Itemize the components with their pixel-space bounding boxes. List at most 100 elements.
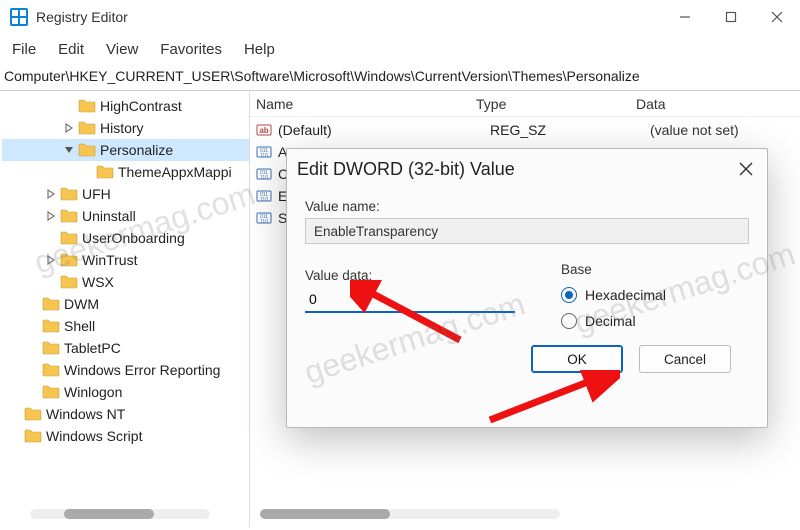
- list-header[interactable]: Name Type Data: [250, 91, 800, 117]
- tree-node[interactable]: Winlogon: [2, 381, 249, 403]
- tree-view[interactable]: HighContrast History Personalize ThemeAppxM…: [0, 91, 250, 527]
- chevron-right-icon[interactable]: [44, 209, 58, 223]
- expander-empty: [26, 297, 40, 311]
- folder-icon: [42, 297, 60, 311]
- dialog-title: Edit DWORD (32-bit) Value: [297, 159, 515, 180]
- folder-icon: [60, 209, 78, 223]
- cell-data: (value not set): [650, 122, 800, 138]
- tree-node-label: DWM: [64, 296, 99, 312]
- tree-node[interactable]: Windows Error Reporting: [2, 359, 249, 381]
- window-buttons: [662, 0, 800, 34]
- cell-type: REG_SZ: [490, 122, 650, 138]
- tree-node[interactable]: Shell: [2, 315, 249, 337]
- svg-text:ab: ab: [259, 126, 268, 135]
- expander-empty: [26, 385, 40, 399]
- app-icon: [10, 8, 28, 26]
- folder-icon: [96, 165, 114, 179]
- tree-node[interactable]: UFH: [2, 183, 249, 205]
- menu-view[interactable]: View: [106, 41, 138, 58]
- chevron-right-icon[interactable]: [44, 253, 58, 267]
- tree-node[interactable]: Windows NT: [2, 403, 249, 425]
- tree-node-label: Windows Error Reporting: [64, 362, 220, 378]
- tree-node[interactable]: TabletPC: [2, 337, 249, 359]
- maximize-button[interactable]: [708, 0, 754, 34]
- dword-value-icon: 011110: [256, 144, 272, 160]
- tree-node[interactable]: WinTrust: [2, 249, 249, 271]
- column-type[interactable]: Type: [476, 96, 636, 112]
- base-group-label: Base: [561, 262, 749, 277]
- folder-icon: [24, 429, 42, 443]
- tree-node-label: TabletPC: [64, 340, 121, 356]
- expander-empty: [44, 275, 58, 289]
- folder-icon: [60, 231, 78, 245]
- ok-button[interactable]: OK: [531, 345, 623, 373]
- tree-node[interactable]: Windows Script: [2, 425, 249, 447]
- radio-hexadecimal[interactable]: Hexadecimal: [561, 287, 749, 303]
- expander-empty: [62, 99, 76, 113]
- tree-node[interactable]: UserOnboarding: [2, 227, 249, 249]
- folder-icon: [78, 99, 96, 113]
- cancel-button[interactable]: Cancel: [639, 345, 731, 373]
- tree-horizontal-scrollbar[interactable]: [30, 507, 210, 521]
- tree-node-label: History: [100, 120, 144, 136]
- expander-empty: [8, 429, 22, 443]
- tree-node-label: UFH: [82, 186, 111, 202]
- tree-node[interactable]: HighContrast: [2, 95, 249, 117]
- menu-edit[interactable]: Edit: [58, 41, 84, 58]
- folder-icon: [60, 187, 78, 201]
- tree-node-label: HighContrast: [100, 98, 182, 114]
- tree-node-label: WSX: [82, 274, 114, 290]
- folder-icon: [42, 385, 60, 399]
- chevron-right-icon[interactable]: [44, 187, 58, 201]
- folder-icon: [42, 341, 60, 355]
- folder-icon: [78, 143, 96, 157]
- close-button[interactable]: [754, 0, 800, 34]
- column-data[interactable]: Data: [636, 96, 800, 112]
- chevron-right-icon[interactable]: [62, 121, 76, 135]
- tree-node-label: ThemeAppxMappi: [118, 164, 232, 180]
- tree-node[interactable]: WSX: [2, 271, 249, 293]
- window-title: Registry Editor: [36, 9, 128, 25]
- expander-empty: [80, 165, 94, 179]
- folder-icon: [42, 319, 60, 333]
- tree-node-label: Uninstall: [82, 208, 136, 224]
- folder-icon: [78, 121, 96, 135]
- tree-node-label: Personalize: [100, 142, 173, 158]
- address-bar[interactable]: Computer\HKEY_CURRENT_USER\Software\Micr…: [0, 64, 800, 91]
- column-name[interactable]: Name: [256, 96, 476, 112]
- value-name-field: EnableTransparency: [305, 218, 749, 244]
- menubar: File Edit View Favorites Help: [0, 34, 800, 64]
- folder-icon: [60, 253, 78, 267]
- menu-help[interactable]: Help: [244, 41, 275, 58]
- tree-node[interactable]: History: [2, 117, 249, 139]
- list-horizontal-scrollbar[interactable]: [260, 507, 560, 521]
- dword-value-icon: 011110: [256, 188, 272, 204]
- tree-node-label: Winlogon: [64, 384, 122, 400]
- radio-decimal[interactable]: Decimal: [561, 313, 749, 329]
- titlebar: Registry Editor: [0, 0, 800, 34]
- expander-empty: [26, 363, 40, 377]
- value-data-input[interactable]: [305, 287, 515, 313]
- expander-empty: [26, 341, 40, 355]
- minimize-button[interactable]: [662, 0, 708, 34]
- string-value-icon: ab: [256, 122, 272, 138]
- tree-node[interactable]: Uninstall: [2, 205, 249, 227]
- folder-icon: [42, 363, 60, 377]
- tree-node-label: Windows Script: [46, 428, 142, 444]
- tree-node[interactable]: Personalize: [2, 139, 249, 161]
- expander-empty: [44, 231, 58, 245]
- chevron-down-icon[interactable]: [62, 143, 76, 157]
- list-row[interactable]: ab (Default)REG_SZ(value not set): [250, 119, 800, 141]
- svg-text:110: 110: [260, 153, 268, 159]
- folder-icon: [60, 275, 78, 289]
- menu-file[interactable]: File: [12, 41, 36, 58]
- dialog-titlebar: Edit DWORD (32-bit) Value: [287, 149, 767, 189]
- radio-icon: [561, 313, 577, 329]
- dialog-close-button[interactable]: [735, 158, 757, 180]
- cell-name: (Default): [278, 122, 490, 138]
- tree-node[interactable]: ThemeAppxMappi: [2, 161, 249, 183]
- tree-node-label: Shell: [64, 318, 95, 334]
- radio-dec-label: Decimal: [585, 313, 636, 329]
- menu-favorites[interactable]: Favorites: [160, 41, 222, 58]
- tree-node[interactable]: DWM: [2, 293, 249, 315]
